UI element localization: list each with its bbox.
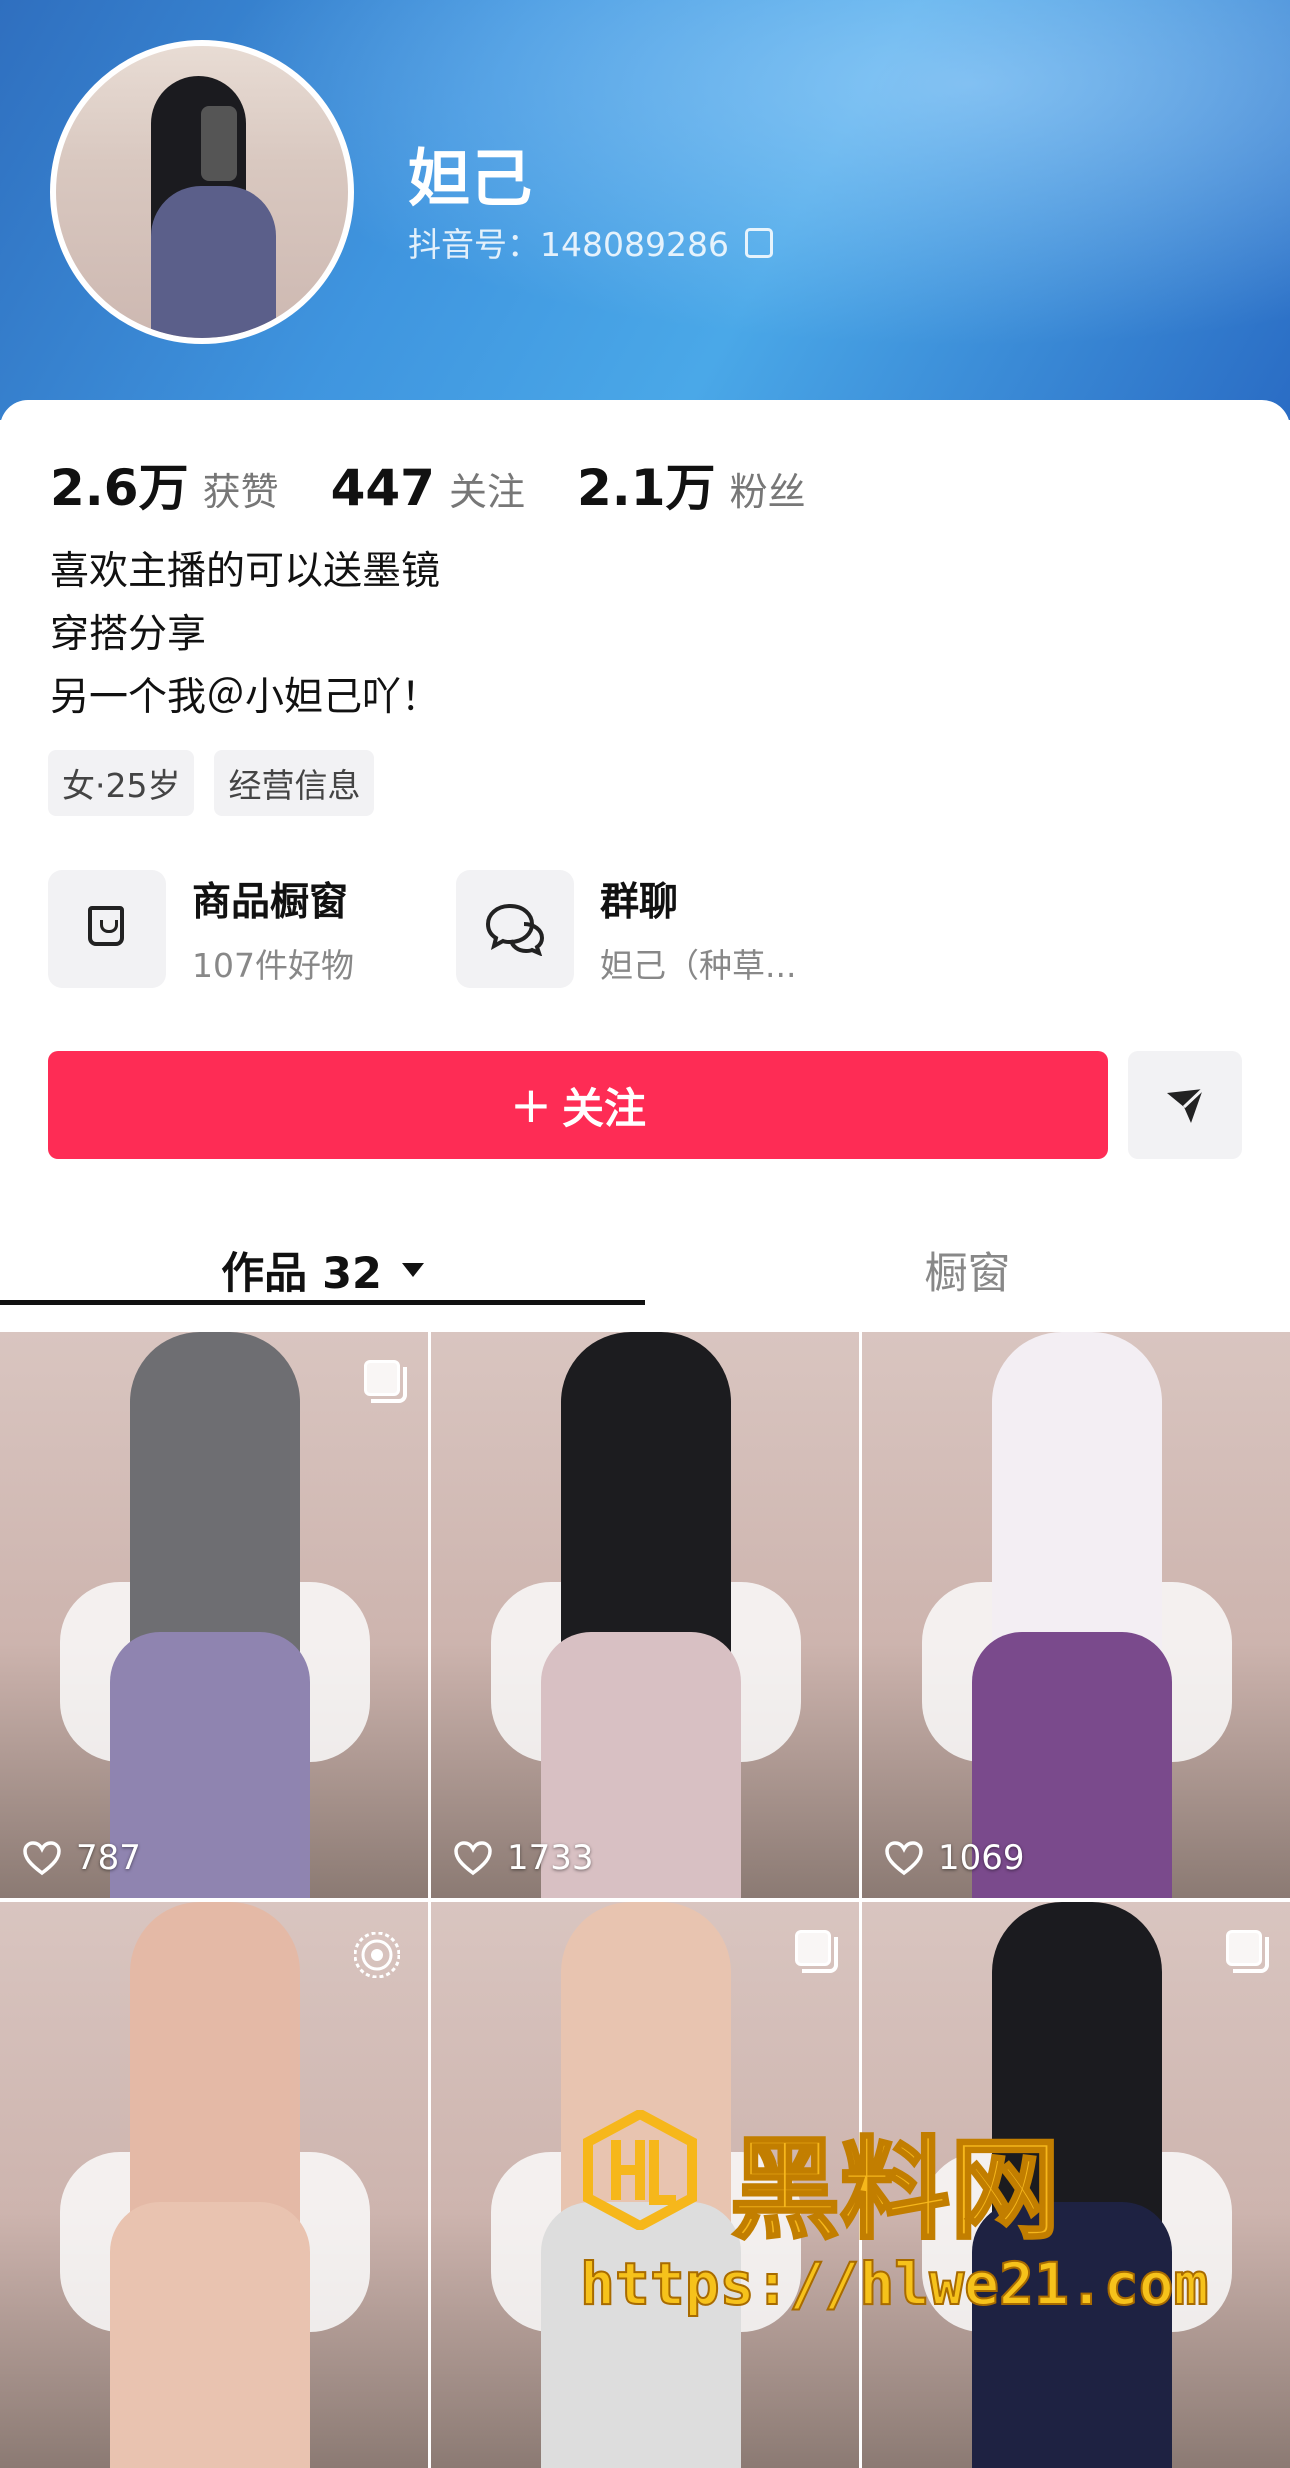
bio-line[interactable]: 另一个我＠小妲己吖！ bbox=[50, 666, 440, 729]
copy-icon[interactable] bbox=[744, 228, 773, 258]
follow-button[interactable]: + 关注 bbox=[48, 1051, 1108, 1159]
douyin-id[interactable]: 抖音号：148089286 bbox=[408, 218, 773, 266]
heart-icon bbox=[885, 1841, 923, 1876]
heart-icon bbox=[23, 1841, 61, 1876]
avatar[interactable] bbox=[50, 40, 354, 344]
stat-likes-num: 2.6万 bbox=[50, 459, 189, 517]
like-count-value: 787 bbox=[76, 1838, 141, 1878]
stat-following-num: 447 bbox=[330, 459, 435, 517]
avatar-body bbox=[151, 186, 276, 338]
tab-shop-window[interactable]: 橱窗 bbox=[645, 1220, 1290, 1320]
stat-following[interactable]: 447 关注 bbox=[331, 459, 525, 517]
plus-icon: + bbox=[510, 1076, 552, 1134]
legs-shape bbox=[110, 2202, 310, 2468]
like-count-value: 1069 bbox=[938, 1838, 1025, 1878]
stat-followers-label: 粉丝 bbox=[729, 470, 806, 514]
tags: 女·25岁 经营信息 bbox=[48, 750, 394, 816]
stat-likes-label: 获赞 bbox=[202, 470, 279, 514]
post-tile[interactable]: 1069 bbox=[862, 1332, 1290, 1898]
like-count: 787 bbox=[22, 1838, 141, 1878]
profile-name: 妲己 bbox=[408, 142, 533, 215]
tab-underline bbox=[0, 1300, 645, 1305]
post-tile[interactable]: 787 bbox=[0, 1332, 428, 1898]
group-chat-sub: 妲己（种草... bbox=[600, 946, 797, 985]
stat-followers[interactable]: 2.1万 粉丝 bbox=[577, 448, 806, 520]
shop-icon-box bbox=[48, 870, 166, 988]
legs-shape bbox=[541, 2202, 741, 2468]
tabs: 作品 32 橱窗 bbox=[0, 1220, 1290, 1330]
watermark-logo-icon bbox=[583, 2110, 697, 2230]
shop-window-sub: 107件好物 bbox=[192, 946, 354, 985]
like-count-value: 1733 bbox=[507, 1838, 594, 1878]
multi-image-icon bbox=[1226, 1930, 1269, 1973]
stat-following-label: 关注 bbox=[448, 470, 525, 514]
douyin-id-label: 抖音号： bbox=[408, 225, 540, 264]
like-count: 1069 bbox=[884, 1838, 1025, 1878]
douyin-id-value: 148089286 bbox=[540, 225, 729, 264]
watermark-url: https://hlwe21.com bbox=[579, 2249, 1210, 2319]
stat-likes[interactable]: 2.6万 获赞 bbox=[50, 448, 279, 520]
post-tile[interactable]: 1733 bbox=[431, 1332, 859, 1898]
post-tile[interactable] bbox=[0, 1902, 428, 2468]
bio: 喜欢主播的可以送墨镜 穿搭分享 另一个我＠小妲己吖！ bbox=[50, 540, 440, 729]
shopping-bag-icon bbox=[88, 906, 124, 946]
follow-label: 关注 bbox=[561, 1083, 646, 1133]
multi-image-icon bbox=[795, 1930, 838, 1973]
bio-line: 穿搭分享 bbox=[50, 612, 207, 657]
tab-works-label: 作品 32 bbox=[221, 1249, 382, 1299]
stat-followers-num: 2.1万 bbox=[576, 459, 716, 517]
heart-icon bbox=[454, 1841, 492, 1876]
tab-works[interactable]: 作品 32 bbox=[0, 1220, 645, 1320]
like-count: 1733 bbox=[453, 1838, 594, 1878]
shop-window-title: 商品橱窗 bbox=[192, 880, 349, 925]
watermark-title: 黑料网 bbox=[729, 2125, 1062, 2256]
tag-gender-age: 女·25岁 bbox=[48, 750, 195, 816]
bio-line: 喜欢主播的可以送墨镜 bbox=[50, 549, 441, 594]
avatar-phone bbox=[201, 106, 237, 181]
multi-image-icon bbox=[364, 1360, 407, 1403]
shop-window-entry[interactable]: 商品橱窗 107件好物 bbox=[48, 870, 354, 988]
share-button[interactable] bbox=[1128, 1051, 1242, 1159]
tab-shop-label: 橱窗 bbox=[924, 1249, 1011, 1299]
stats-row: 2.6万 获赞 447 关注 2.1万 粉丝 bbox=[50, 448, 858, 520]
tag-business-info[interactable]: 经营信息 bbox=[214, 750, 375, 816]
live-photo-icon bbox=[354, 1932, 400, 1978]
group-chat-title: 群聊 bbox=[600, 880, 679, 925]
group-chat-entry[interactable]: 群聊 妲己（种草... bbox=[456, 870, 796, 988]
caret-down-icon[interactable] bbox=[401, 1263, 424, 1277]
send-icon bbox=[1167, 1087, 1205, 1123]
chat-bubbles-icon bbox=[485, 903, 545, 956]
chat-icon-box bbox=[456, 870, 574, 988]
profile-card: 2.6万 获赞 447 关注 2.1万 粉丝 喜欢主播的可以送墨镜 穿搭分享 另… bbox=[0, 400, 1290, 2468]
